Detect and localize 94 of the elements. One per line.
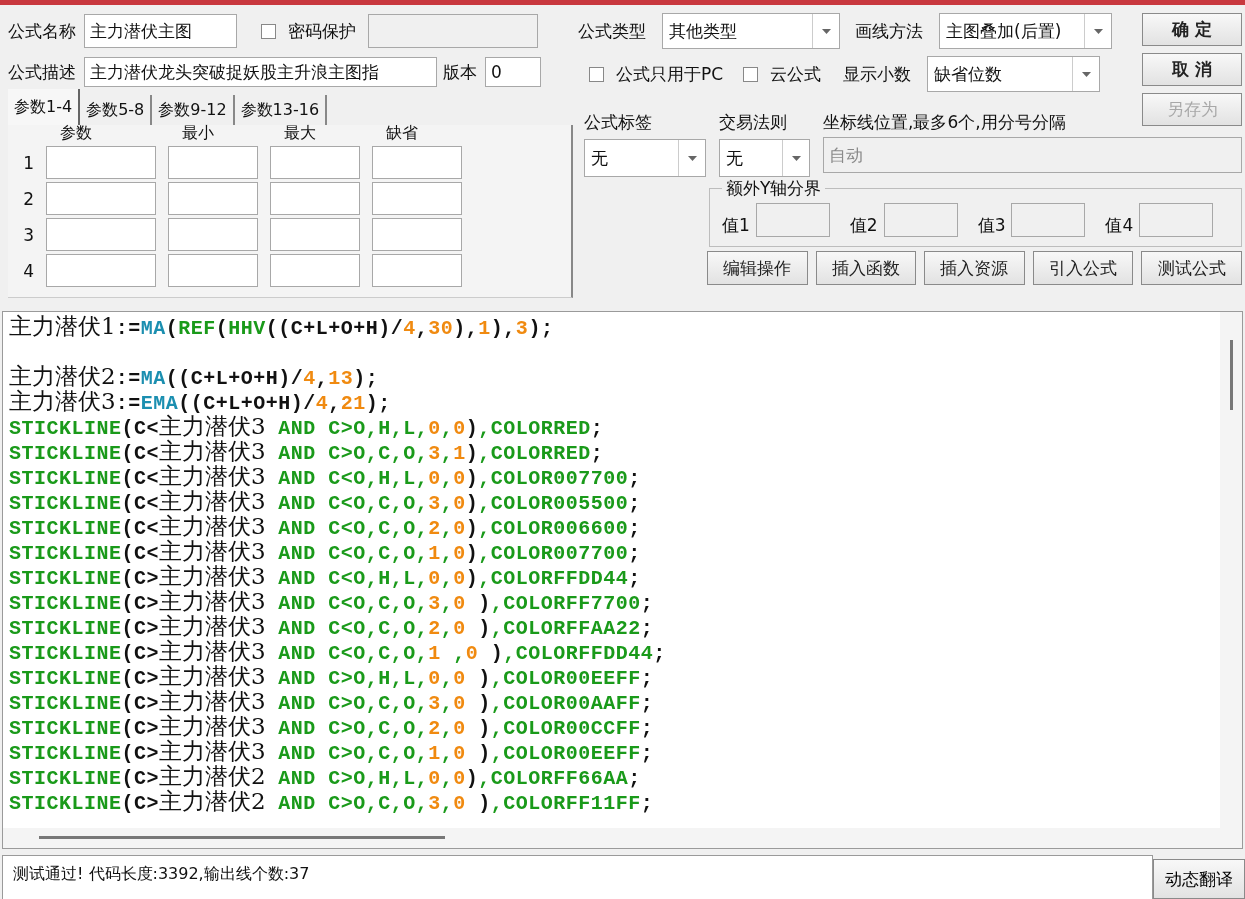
field-label: 交易法则 [719,111,788,134]
code-line: STICKLINE(C>主力潜伏3 AND C<O,C,O,2,0 ),COLORFFAA22; [9,614,655,639]
code-line: STICKLINE(C>主力潜伏2 AND C>O,H,L,0,0),COLORFF66AA; [9,764,642,789]
column-header: 参数 [59,125,93,143]
code-line: 主力潜伏2:=MA((C+L+O+H)/4,13); [9,364,380,389]
value-field[interactable] [1011,203,1086,237]
action-button[interactable]: 测试公式 [1141,251,1242,285]
status-message: 测试通过! 代码长度:3392,输出线个数:37 [2,855,1153,899]
field-label: 值2 [849,214,878,237]
param-field[interactable] [168,254,258,287]
code-line: STICKLINE(C<主力潜伏3 AND C>O,C,O,3,1),COLORRED; [9,439,605,464]
code-line: STICKLINE(C<主力潜伏3 AND C<O,H,L,0,0),COLOR007700; [9,464,642,489]
code-line: STICKLINE(C<主力潜伏3 AND C<O,C,O,3,0),COLOR005500; [9,489,642,514]
scrollbar-thumb[interactable] [39,836,445,839]
code-line: STICKLINE(C>主力潜伏3 AND C>O,C,O,2,0 ),COLOR00CCFF; [9,714,655,739]
dropdown-arrow-icon [1093,28,1103,34]
code-line: STICKLINE(C>主力潜伏3 AND C<O,C,O,1 ,0 ),COLORFFDD44; [9,639,667,664]
checkbox-label: 密码保护 [288,19,356,43]
translate-button[interactable]: 动态翻译 [1153,859,1245,899]
param-field[interactable] [168,146,258,179]
scrollbar[interactable] [3,828,1242,848]
description-field[interactable]: 主力潜伏龙头突破捉妖股主升浪主图指 [84,57,437,87]
checkbox[interactable] [743,66,759,82]
row-number: 1 [22,152,34,173]
draw-method-dropdown[interactable]: 主图叠加(后置) [939,13,1112,49]
code-line: STICKLINE(C<主力潜伏3 AND C<O,C,O,2,0),COLOR006600; [9,514,642,539]
trade-rule-dropdown[interactable]: 无 [719,139,810,177]
param-field[interactable] [46,254,156,287]
value-field[interactable] [883,203,958,237]
param-field[interactable] [46,218,156,251]
dropdown-arrow-icon [791,155,801,161]
version-field[interactable]: 0 [485,57,541,87]
code-line: STICKLINE(C<主力潜伏3 AND C<O,C,O,1,0),COLOR007700; [9,539,642,564]
dropdown-arrow-icon [821,28,831,34]
field-label: 公式标签 [584,111,653,134]
formula-type-dropdown[interactable]: 其他类型 [662,13,840,49]
field-label: 版本 [443,60,477,84]
row-number: 4 [22,260,34,281]
checkbox-label: 云公式 [770,62,822,86]
scrollbar-thumb[interactable] [1230,340,1233,410]
checkbox[interactable] [589,66,604,82]
field-label: 值1 [722,214,750,237]
scrollbar[interactable] [1220,312,1242,828]
field-label: 画线方法 [855,19,923,43]
param-field[interactable] [168,182,258,215]
column-header: 缺省 [385,125,419,143]
action-button[interactable]: 引入公式 [1032,251,1134,285]
field-label: 值4 [1105,214,1134,237]
action-button[interactable]: 插入资源 [924,251,1025,285]
action-button[interactable]: 编辑操作 [707,251,808,285]
dropdown-arrow-icon [1081,71,1091,77]
code-line: STICKLINE(C>主力潜伏3 AND C>O,C,O,1,0 ),COLOR00EEFF; [9,739,655,764]
field-label: 值3 [977,214,1006,237]
param-field[interactable] [270,254,360,287]
field-label: 公式类型 [578,19,646,43]
param-field[interactable] [46,182,156,215]
field-label: 坐标线位置,最多6个,用分号分隔 [823,111,1067,134]
value-field[interactable] [755,203,830,237]
param-field[interactable] [46,146,156,179]
field-label: 显示小数 [843,62,912,86]
dialog-button[interactable]: 取 消 [1142,53,1242,86]
name-field[interactable]: 主力潜伏主图 [84,14,237,48]
code-line: STICKLINE(C>主力潜伏3 AND C>O,H,L,0,0 ),COLOR00EEFF; [9,664,655,689]
value-field[interactable] [1139,203,1214,237]
param-field[interactable] [270,182,360,215]
code-line: STICKLINE(C<主力潜伏3 AND C>O,H,L,0,0),COLORRED; [9,414,605,439]
param-field[interactable] [372,218,462,251]
param-field[interactable] [270,218,360,251]
code-line: STICKLINE(C>主力潜伏3 AND C<O,C,O,3,0 ),COLORFF7700; [9,589,655,614]
group-title: 额外Y轴分界 [725,177,823,200]
checkbox-label: 公式只用于PC [616,62,724,86]
checkbox[interactable] [261,23,276,39]
tab[interactable]: 参数1-4 [8,89,81,125]
code-line: STICKLINE(C>主力潜伏2 AND C>O,C,O,3,0 ),COLORFF11FF; [9,789,655,814]
field-label: 公式名称 [8,19,76,43]
code-line: 主力潜伏3:=EMA((C+L+O+H)/4,21); [9,389,392,414]
decimals-dropdown[interactable]: 缺省位数 [927,56,1101,92]
column-header: 最小 [181,125,215,143]
row-number: 2 [22,188,34,209]
dialog-button[interactable]: 确 定 [1142,13,1242,46]
field-label: 公式描述 [8,60,76,84]
action-button[interactable]: 插入函数 [815,251,917,285]
param-field[interactable] [372,254,462,287]
code-line: STICKLINE(C>主力潜伏3 AND C<O,H,L,0,0),COLORFFDD44; [9,564,642,589]
param-field[interactable] [372,146,462,179]
param-field[interactable] [168,218,258,251]
column-header: 最大 [283,125,317,143]
formula-tag-dropdown[interactable]: 无 [584,139,706,177]
param-field[interactable] [270,146,360,179]
param-field[interactable] [372,182,462,215]
code-line: STICKLINE(C>主力潜伏3 AND C>O,C,O,3,0 ),COLOR00AAFF; [9,689,655,714]
row-number: 3 [22,224,34,245]
code-line: 主力潜伏1:=MA(REF(HHV((C+L+O+H)/4,30),1),3); [9,314,555,339]
dropdown-arrow-icon [687,155,697,161]
